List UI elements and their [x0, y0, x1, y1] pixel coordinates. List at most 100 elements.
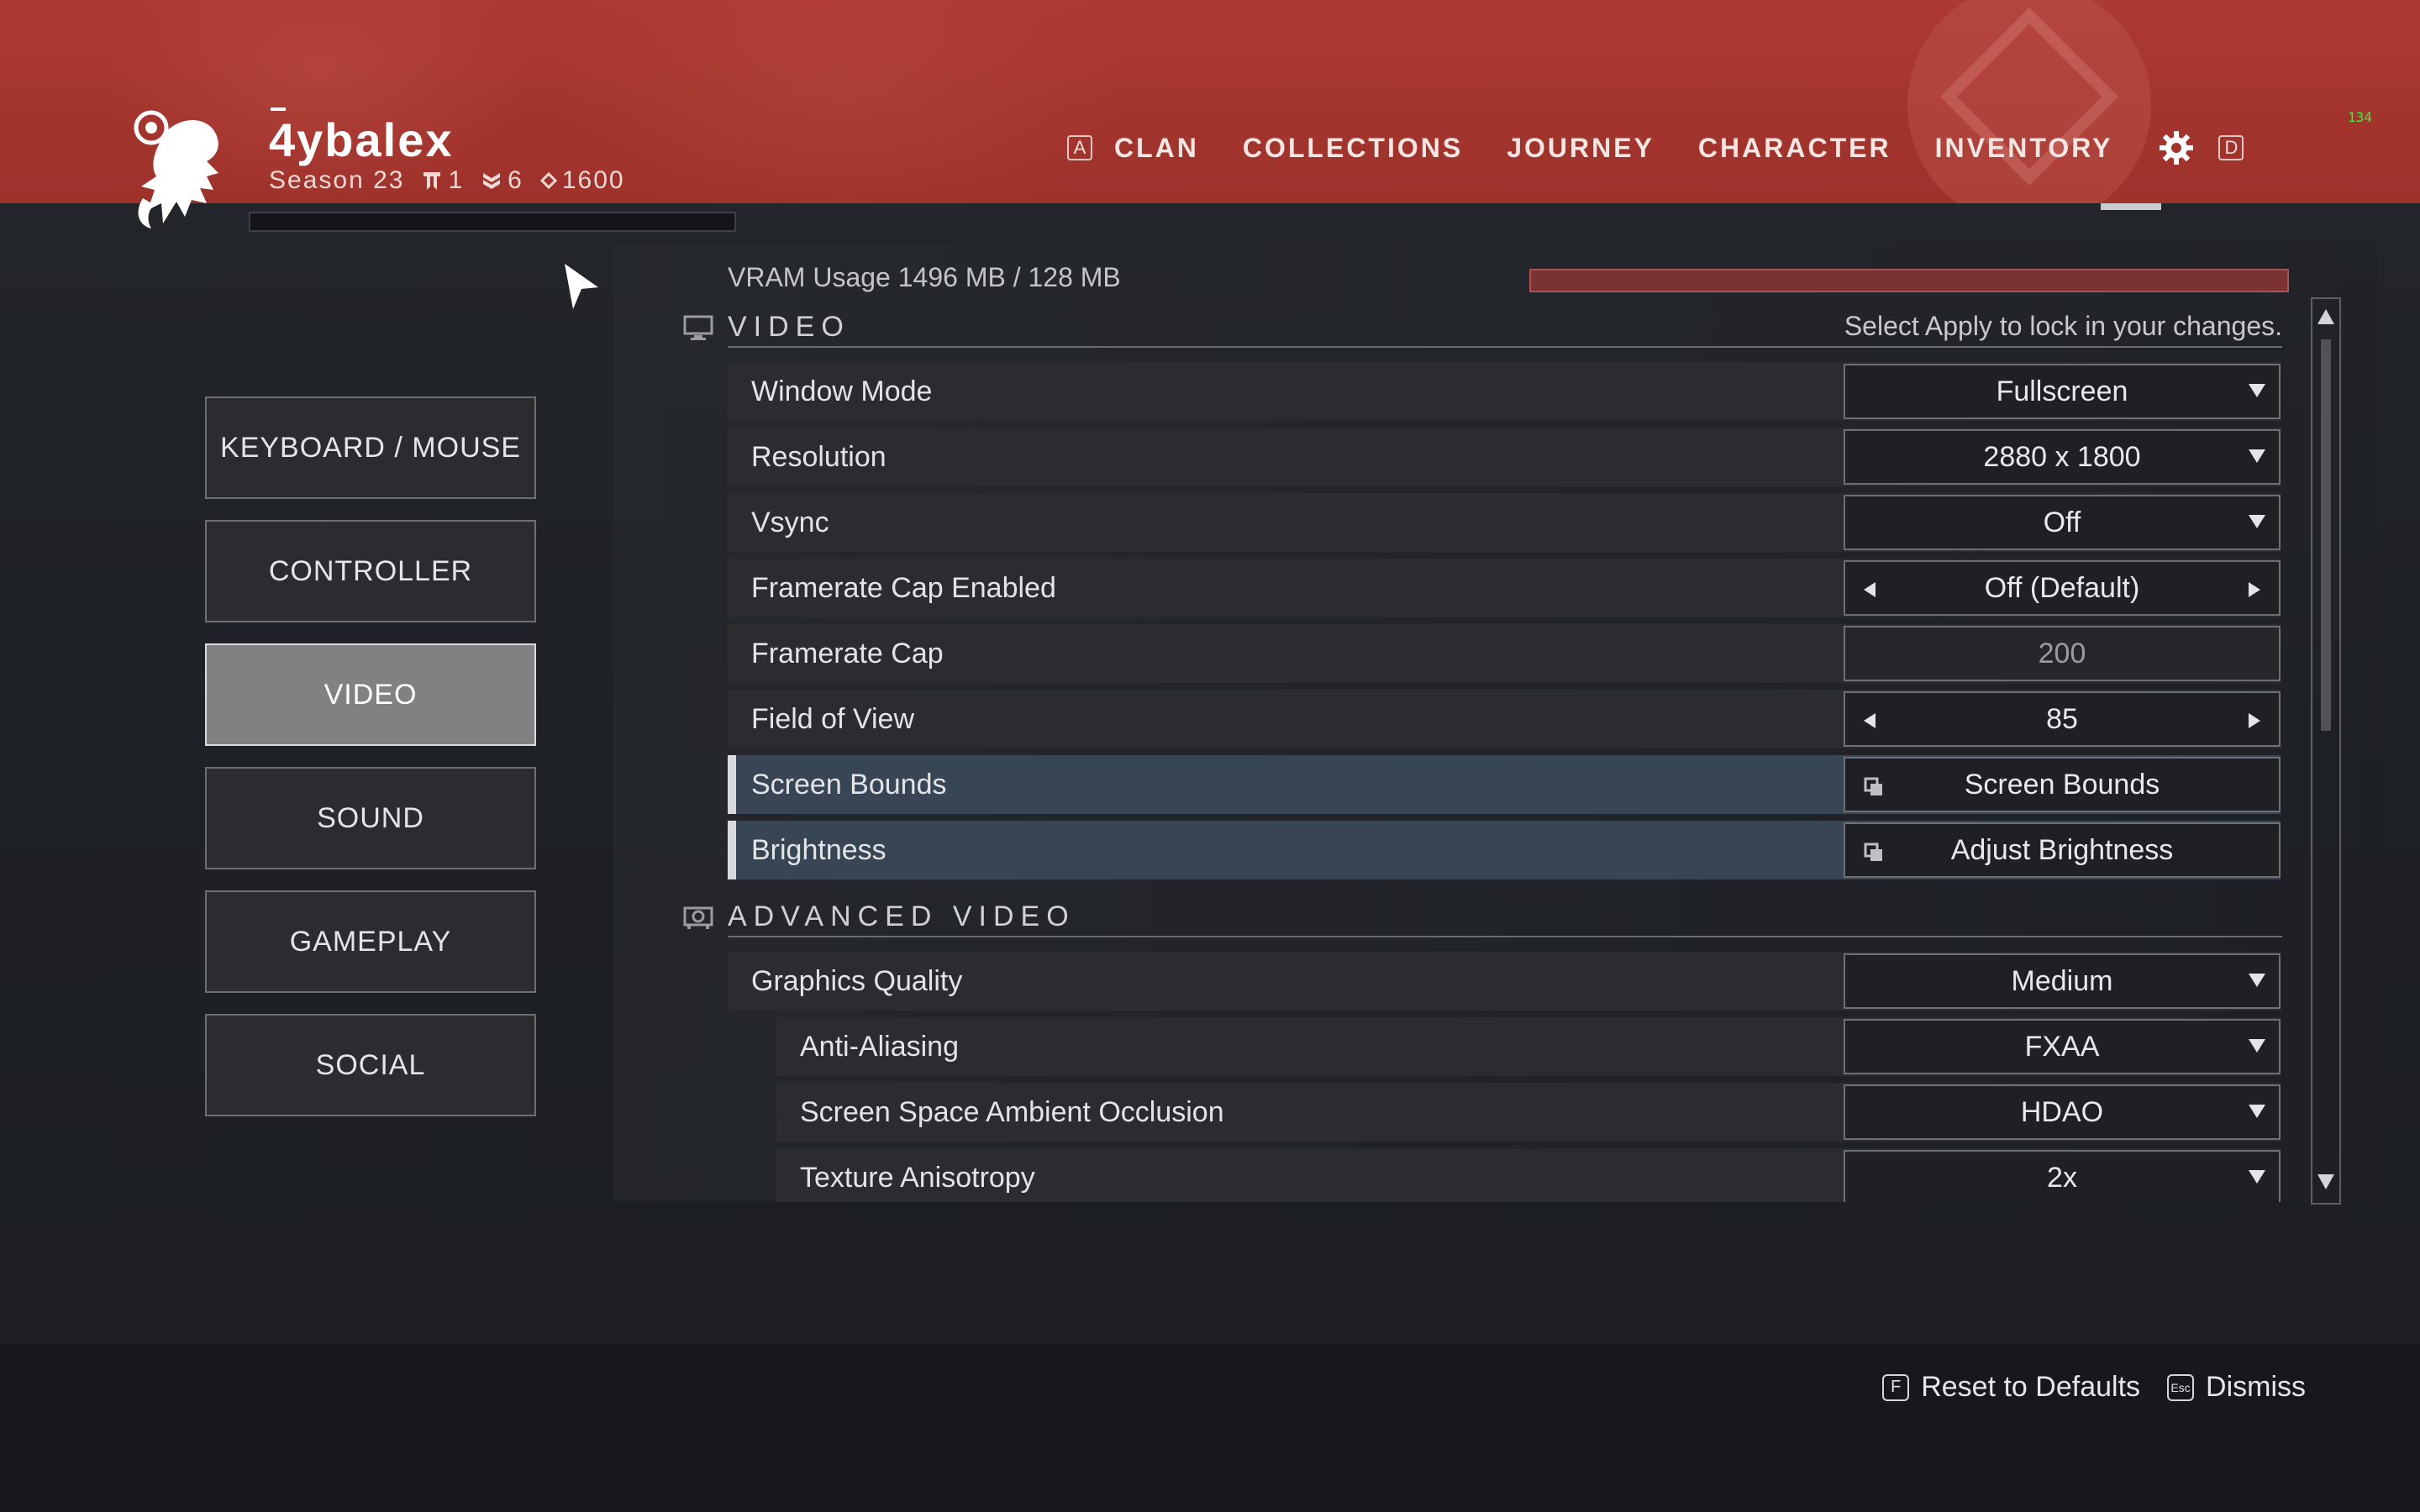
ssao-dropdown[interactable]: HDAO [1844, 1084, 2281, 1140]
sidebar-item-social[interactable]: SOCIAL [205, 1014, 536, 1116]
user-dash [271, 108, 286, 111]
key-esc-icon: Esc [2167, 1373, 2195, 1401]
field-value: 200 [2038, 637, 2086, 669]
vsync-dropdown[interactable]: Off [1844, 495, 2281, 550]
video-section-title: VIDEO [728, 311, 850, 343]
adjust-brightness-button[interactable]: Adjust Brightness [1844, 822, 2281, 878]
arrow-left-icon[interactable] [1864, 713, 1876, 728]
tab-collections[interactable]: COLLECTIONS [1221, 133, 1485, 164]
framerate-cap-field[interactable]: 200 [1844, 626, 2281, 681]
screen-bounds-button[interactable]: Screen Bounds [1844, 757, 2281, 812]
lion-emblem-icon [134, 110, 218, 228]
reset-label: Reset to Defaults [1921, 1371, 2141, 1403]
monitor-icon [683, 315, 713, 340]
chevron-down-icon [2249, 974, 2265, 987]
season-progress-bar [249, 212, 736, 232]
dismiss-label: Dismiss [2206, 1371, 2306, 1403]
anti-aliasing-dropdown[interactable]: FXAA [1844, 1019, 2281, 1074]
chevron-down-icon [2249, 1039, 2265, 1053]
scroll-up-arrow-icon[interactable] [2317, 309, 2334, 324]
dropdown-value: HDAO [2020, 1095, 2104, 1128]
gpu-icon [683, 906, 713, 929]
sidebar-item-gameplay[interactable]: GAMEPLAY [205, 890, 536, 993]
section-divider [728, 346, 2282, 348]
header-decoration [546, 0, 1134, 203]
chevron-down-icon [2249, 1105, 2265, 1118]
arrow-right-icon[interactable] [2249, 713, 2260, 728]
setting-label: Graphics Quality [751, 965, 963, 997]
tab-clan[interactable]: CLAN [1092, 133, 1221, 164]
settings-gear-icon[interactable] [2156, 128, 2196, 168]
triumph-stat-value: 6 [508, 166, 523, 194]
mouse-cursor-icon [565, 264, 598, 309]
open-window-icon [1864, 777, 1882, 795]
nav-key-a[interactable]: A [1067, 135, 1092, 160]
settings-tab-indicator [2101, 203, 2161, 210]
clan-banner-icon [424, 172, 441, 190]
scrollbar-thumb[interactable] [2321, 339, 2331, 731]
chevron-down-icon [2249, 449, 2265, 463]
footer-actions: F Reset to Defaults Esc Dismiss [1882, 1371, 2306, 1404]
chevron-rank-icon [483, 173, 501, 189]
arrow-left-icon[interactable] [1864, 582, 1876, 597]
tab-inventory[interactable]: INVENTORY [1913, 133, 2135, 164]
setting-label: Brightness [751, 834, 886, 866]
setting-label: Texture Anisotropy [800, 1162, 1035, 1194]
dropdown-value: 2x [2047, 1162, 2077, 1194]
sidebar-item-sound[interactable]: SOUND [205, 767, 536, 869]
section-divider [728, 936, 2282, 937]
clan-stat-value: 1 [448, 166, 465, 194]
graphics-quality-dropdown[interactable]: Medium [1844, 953, 2281, 1009]
setting-label: Resolution [751, 441, 886, 473]
framerate-cap-enabled-selector[interactable]: Off (Default) [1844, 560, 2281, 616]
row-focus-marker [728, 821, 736, 879]
reset-to-defaults-button[interactable]: F Reset to Defaults [1882, 1371, 2140, 1404]
clan-stat: 1 [421, 166, 464, 195]
setting-label: Field of View [751, 703, 915, 735]
nav-key-d[interactable]: D [2218, 135, 2244, 160]
texture-anisotropy-dropdown[interactable]: 2x [1844, 1150, 2281, 1202]
video-section-header: VIDEO [682, 311, 850, 344]
arrow-right-icon[interactable] [2249, 582, 2260, 597]
setting-label: Framerate Cap Enabled [751, 572, 1056, 604]
dropdown-value: Off [2043, 506, 2081, 538]
tab-character[interactable]: CHARACTER [1676, 133, 1913, 164]
vram-usage-bar [1529, 269, 2289, 292]
dropdown-value: 2880 x 1800 [1983, 440, 2141, 473]
key-f-icon: F [1882, 1373, 1910, 1401]
season-label: Season 23 [269, 166, 405, 194]
tab-journey[interactable]: JOURNEY [1485, 133, 1676, 164]
dropdown-value: FXAA [2024, 1030, 2100, 1063]
power-diamond-icon [539, 172, 557, 189]
chevron-down-icon [2249, 515, 2265, 528]
setting-label: Screen Space Ambient Occlusion [800, 1096, 1224, 1128]
top-nav: A CLAN COLLECTIONS JOURNEY CHARACTER INV… [1067, 131, 2244, 165]
sidebar-item-video[interactable]: VIDEO [205, 643, 536, 746]
power-stat-value: 1600 [561, 166, 625, 194]
setting-label: Screen Bounds [751, 769, 947, 801]
setting-label: Vsync [751, 507, 829, 538]
advanced-video-section-header: ADVANCED VIDEO [682, 900, 1076, 933]
field-of-view-selector[interactable]: 85 [1844, 691, 2281, 747]
chevron-down-icon [2249, 1170, 2265, 1184]
selector-value: 85 [2046, 702, 2078, 735]
sidebar-item-controller[interactable]: CONTROLLER [205, 520, 536, 622]
dismiss-button[interactable]: Esc Dismiss [2167, 1371, 2306, 1404]
vram-usage-label: VRAM Usage 1496 MB / 128 MB [728, 262, 1121, 292]
chevron-down-icon [2249, 384, 2265, 397]
dropdown-value: Medium [2011, 964, 2113, 997]
header-emblem-watermark [1907, 0, 2151, 203]
window-mode-dropdown[interactable]: Fullscreen [1844, 364, 2281, 419]
scroll-down-arrow-icon[interactable] [2317, 1174, 2334, 1189]
dropdown-value: Fullscreen [1996, 375, 2128, 407]
setting-label: Window Mode [751, 375, 933, 407]
row-focus-marker [728, 755, 736, 814]
selector-value: Off (Default) [1984, 571, 2140, 604]
setting-label: Framerate Cap [751, 638, 944, 669]
advanced-video-section-title: ADVANCED VIDEO [728, 900, 1076, 932]
sidebar-item-keyboard-mouse[interactable]: KEYBOARD / MOUSE [205, 396, 536, 499]
setting-label: Anti-Aliasing [800, 1031, 959, 1063]
power-stat: 1600 [539, 166, 625, 195]
resolution-dropdown[interactable]: 2880 x 1800 [1844, 429, 2281, 485]
open-window-icon [1864, 843, 1882, 861]
